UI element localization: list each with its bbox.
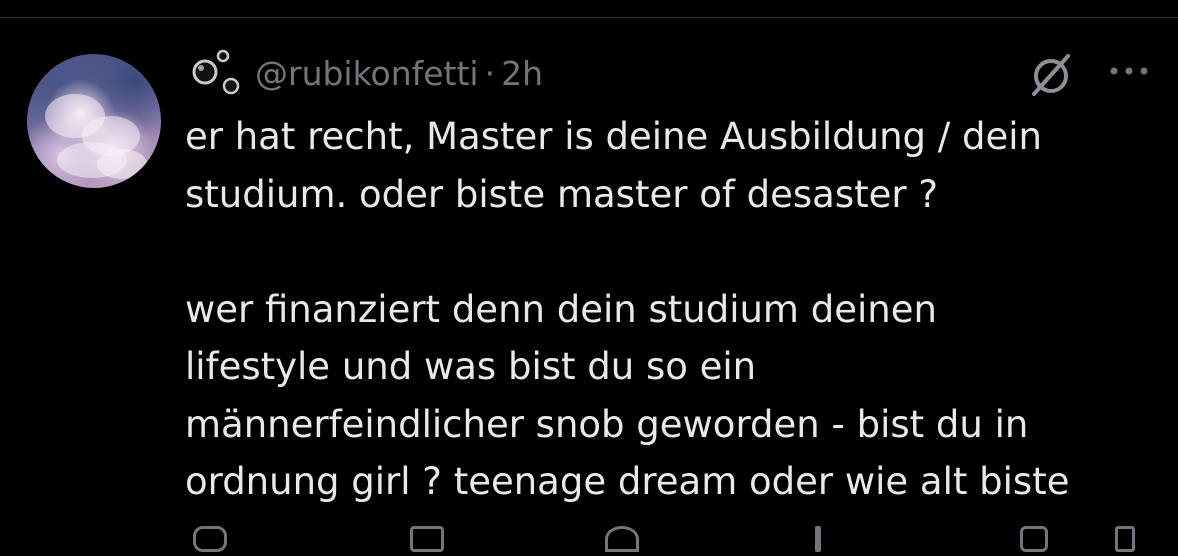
avatar[interactable] bbox=[27, 54, 161, 188]
timestamp[interactable]: 2h bbox=[501, 54, 543, 93]
bubbles-icon bbox=[192, 49, 240, 95]
tweet-line: ordnung girl ? teenage dream oder wie al… bbox=[185, 460, 1070, 503]
tweet-line: männerfeindlicher snob geworden - bist d… bbox=[185, 402, 1029, 446]
top-divider bbox=[0, 17, 1178, 18]
tweet-line: wer finanziert denn dein studium deinen bbox=[185, 287, 937, 331]
tweet-text: er hat recht, Master is deine Ausbildung… bbox=[185, 108, 1145, 511]
views-icon[interactable] bbox=[815, 526, 821, 552]
tweet-header: @rubikonfetti · 2h bbox=[185, 48, 543, 98]
like-icon[interactable] bbox=[605, 526, 639, 552]
tweet-line: lifestyle und was bist du so ein bbox=[185, 345, 757, 388]
tweet-actions bbox=[185, 526, 1145, 556]
more-options-icon[interactable] bbox=[1108, 64, 1150, 78]
bookmark-icon[interactable] bbox=[1020, 526, 1048, 552]
reply-icon[interactable] bbox=[193, 526, 227, 552]
tweet-line: studium. oder biste master of desaster ? bbox=[185, 172, 938, 216]
tweet-line: er hat recht, Master is deine Ausbildung… bbox=[185, 115, 1042, 158]
separator-dot: · bbox=[484, 53, 496, 93]
user-handle[interactable]: @rubikonfetti bbox=[255, 54, 479, 93]
grok-icon[interactable] bbox=[1028, 52, 1074, 98]
retweet-icon[interactable] bbox=[410, 526, 444, 552]
share-icon[interactable] bbox=[1115, 526, 1135, 552]
